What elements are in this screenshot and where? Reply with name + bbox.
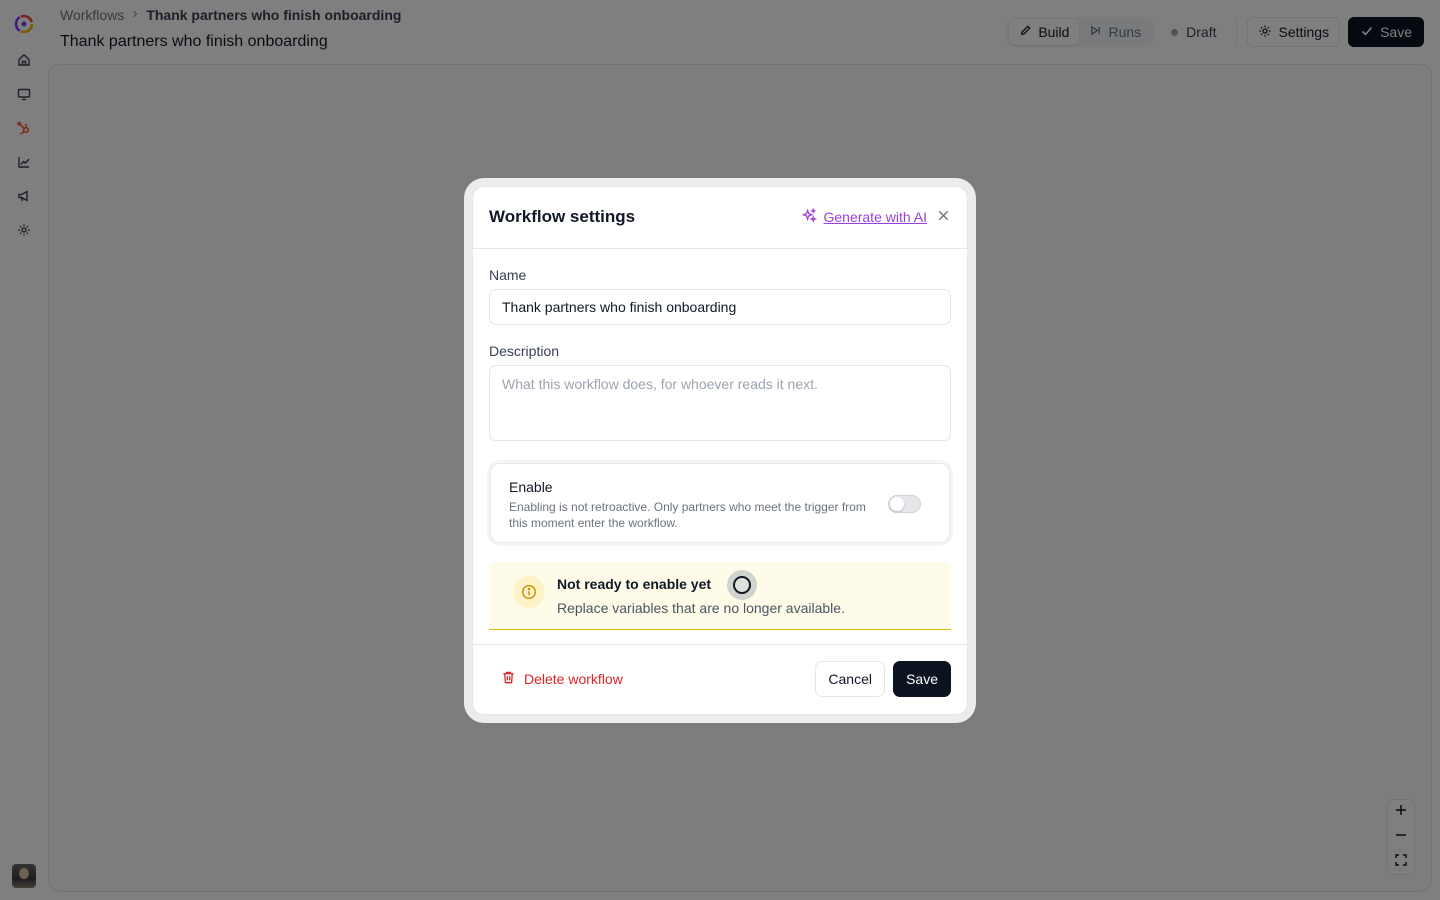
modal-frame: Workflow settings Generate with AI Name … (464, 178, 976, 723)
warning-description: Replace variables that are no longer ava… (557, 600, 845, 616)
cursor-indicator (727, 570, 757, 600)
trash-icon (501, 670, 516, 688)
info-icon (513, 576, 545, 608)
description-label: Description (489, 343, 560, 359)
delete-workflow-button[interactable]: Delete workflow (501, 670, 623, 688)
generate-with-ai-label: Generate with AI (823, 209, 927, 225)
close-dialog-button[interactable] (935, 209, 951, 225)
generate-with-ai-link[interactable]: Generate with AI (802, 207, 927, 226)
save-button[interactable]: Save (893, 661, 951, 697)
name-input[interactable] (489, 289, 951, 325)
toggle-knob (890, 497, 904, 511)
delete-workflow-label: Delete workflow (524, 671, 623, 687)
enable-card: Enable Enabling is not retroactive. Only… (490, 463, 950, 543)
dialog-title: Workflow settings (489, 207, 636, 226)
not-ready-warning: Not ready to enable yet Replace variable… (489, 562, 951, 630)
dialog-footer: Delete workflow Cancel Save (473, 644, 967, 714)
cancel-button[interactable]: Cancel (815, 661, 885, 697)
workflow-settings-dialog: Workflow settings Generate with AI Name … (472, 186, 968, 715)
warning-title: Not ready to enable yet (557, 576, 712, 592)
close-icon (938, 208, 949, 226)
name-label: Name (489, 267, 527, 283)
sparkles-icon (802, 207, 818, 226)
dialog-body: Name Description Enable Enabling is not … (473, 249, 967, 630)
enable-toggle[interactable] (888, 495, 921, 513)
dialog-header: Workflow settings Generate with AI (473, 187, 967, 249)
description-textarea[interactable] (489, 365, 951, 441)
enable-title: Enable (509, 479, 553, 495)
enable-description: Enabling is not retroactive. Only partne… (509, 500, 866, 530)
